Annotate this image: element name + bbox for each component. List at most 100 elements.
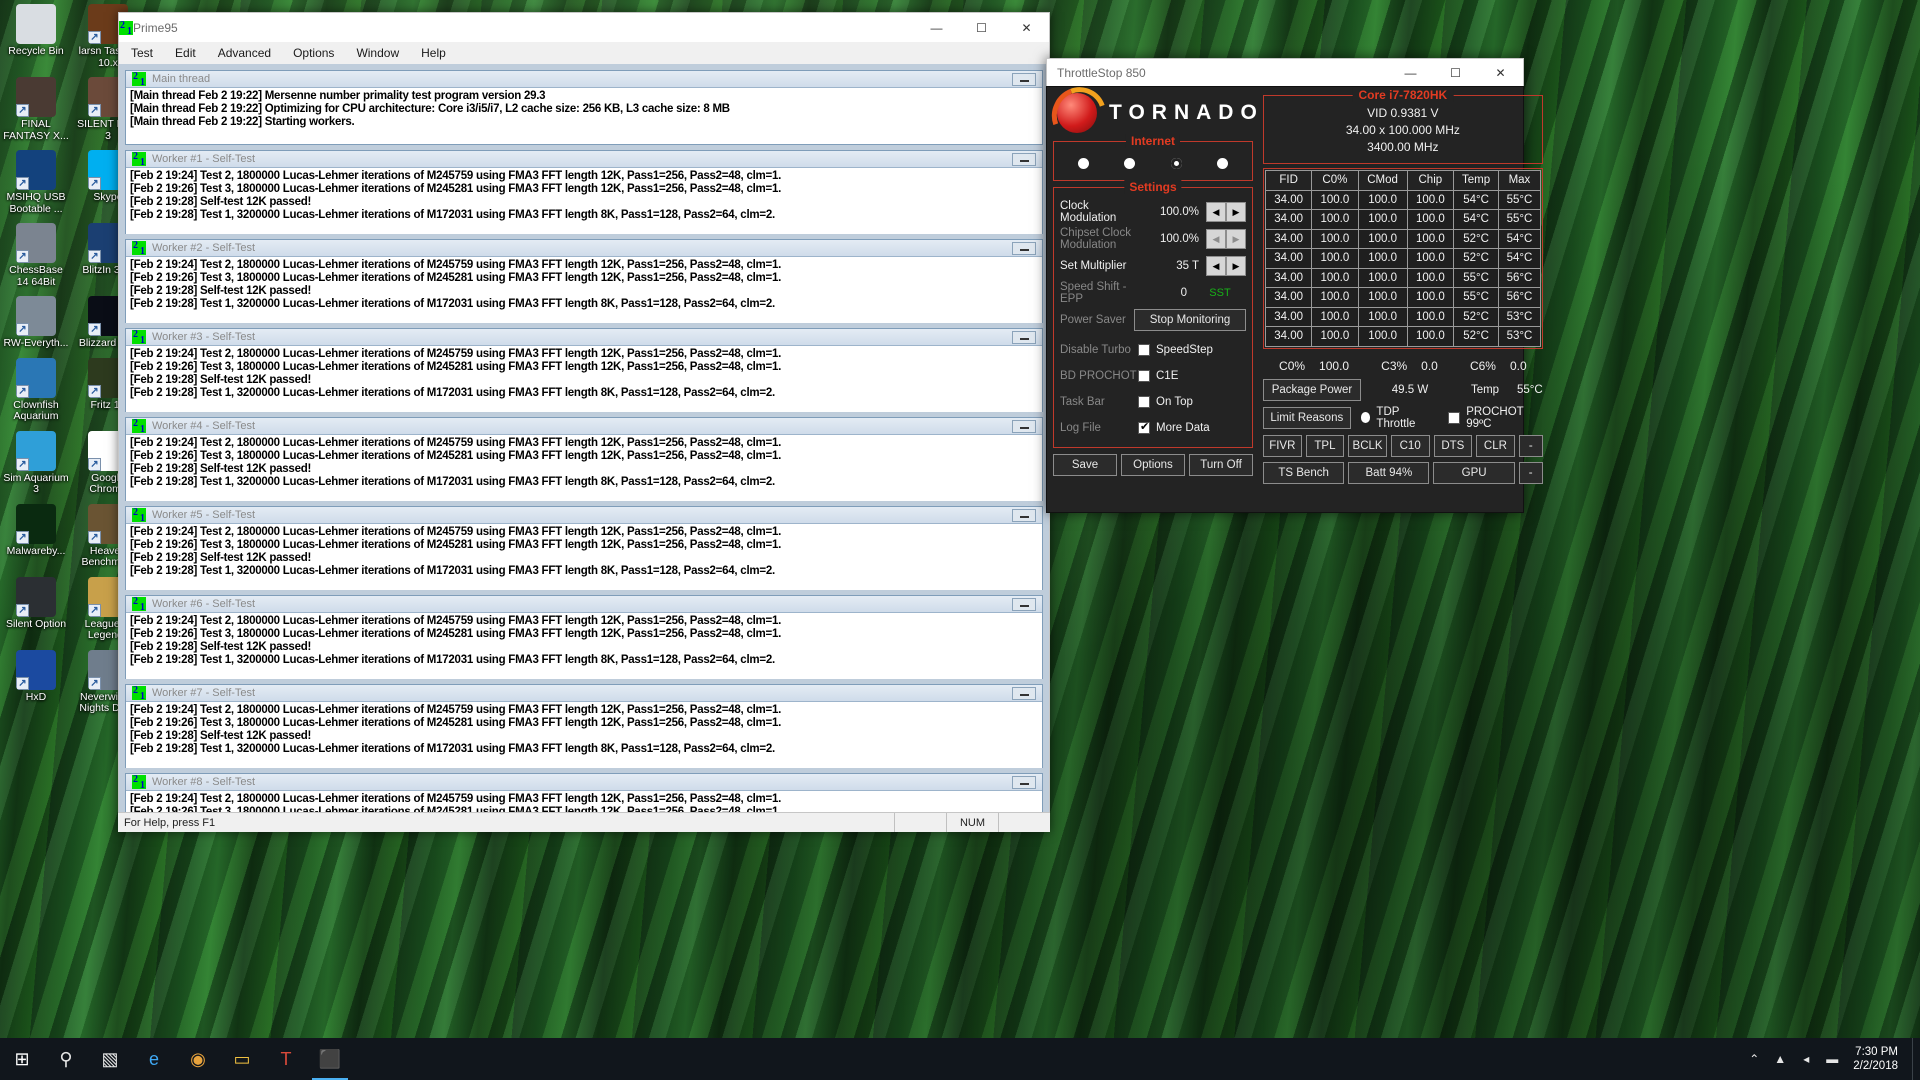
- desktop-icon-final-fantasy-benchmark[interactable]: ↗ FINAL FANTASY X...: [3, 77, 69, 142]
- profile-radio-1[interactable]: [1077, 157, 1089, 169]
- desktop-icon-rw-everything[interactable]: ↗ RW-Everyth...: [4, 296, 68, 350]
- worker-log[interactable]: [Feb 2 19:24] Test 2, 1800000 Lucas-Lehm…: [126, 346, 1042, 412]
- volume-icon[interactable]: ◂: [1793, 1052, 1819, 1066]
- worker-title-bar[interactable]: Worker #7 - Self-Test: [126, 685, 1042, 702]
- tool-button-fivr[interactable]: FIVR: [1263, 434, 1302, 457]
- tool-button-[interactable]: -: [1518, 434, 1543, 457]
- show-desktop-button[interactable]: [1912, 1038, 1920, 1080]
- setting-spinner[interactable]: ◀ ▶: [1206, 201, 1246, 222]
- taskbar-file-explorer-icon[interactable]: ▭: [220, 1038, 264, 1080]
- profile-radio-2[interactable]: [1124, 157, 1136, 169]
- prime95-window[interactable]: Prime95 — ☐ ✕ Test Edit Advanced Options Win…: [118, 12, 1050, 832]
- option-right[interactable]: C1E: [1138, 370, 1246, 382]
- throttlestop-window[interactable]: ThrottleStop 850 — ☐ ✕ TORNADO Internet …: [1046, 58, 1543, 513]
- spinner-left-icon[interactable]: ◀: [1206, 255, 1226, 276]
- main-thread-log[interactable]: [Main thread Feb 2 19:22] Mersenne numbe…: [126, 88, 1042, 144]
- prime95-title-bar[interactable]: Prime95 — ☐ ✕: [118, 12, 1050, 42]
- checkbox-more-data[interactable]: [1138, 420, 1150, 434]
- option-left-label[interactable]: Log File: [1060, 422, 1138, 434]
- option-right[interactable]: On Top: [1138, 396, 1246, 408]
- spinner-left-icon[interactable]: ◀: [1206, 228, 1226, 249]
- throttlestop-maximize-button[interactable]: ☐: [1433, 59, 1478, 86]
- option-right[interactable]: More Data: [1138, 420, 1246, 434]
- worker-title-bar[interactable]: Worker #1 - Self-Test: [126, 151, 1042, 168]
- menu-item-test[interactable]: Test: [127, 44, 157, 62]
- taskbar-start-button[interactable]: ⊞: [0, 1038, 44, 1080]
- profile-radio-3[interactable]: [1170, 157, 1182, 169]
- turn-off-button[interactable]: Turn Off: [1189, 454, 1253, 476]
- checkbox-speedstep[interactable]: [1138, 344, 1150, 356]
- setting-spinner[interactable]: ◀ ▶: [1206, 228, 1246, 249]
- worker-title-bar[interactable]: Worker #8 - Self-Test: [126, 774, 1042, 791]
- tool-button-dts[interactable]: DTS: [1433, 434, 1473, 457]
- desktop-icon-clownfish-aquarium[interactable]: ↗ Clownfish Aquarium: [5, 357, 67, 423]
- option-left-label[interactable]: Task Bar: [1060, 396, 1138, 408]
- prochot-checkbox[interactable]: [1448, 411, 1461, 424]
- desktop-icon-msi-flash-bios[interactable]: ↗ MSIHQ USB Bootable ...: [5, 150, 67, 215]
- worker-log[interactable]: [Feb 2 19:24] Test 2, 1800000 Lucas-Lehm…: [126, 435, 1042, 501]
- worker-log[interactable]: [Feb 2 19:24] Test 2, 1800000 Lucas-Lehm…: [126, 613, 1042, 679]
- worker-minimize-button[interactable]: [1012, 152, 1036, 166]
- spinner-right-icon[interactable]: ▶: [1226, 201, 1246, 222]
- prime95-menu-bar[interactable]: Test Edit Advanced Options Window Help: [118, 42, 1050, 64]
- tool-button-bclk[interactable]: BCLK: [1348, 434, 1387, 457]
- checkbox-c1e[interactable]: [1138, 370, 1150, 382]
- setting-spinner[interactable]: ◀ ▶: [1206, 255, 1246, 276]
- throttlestop-title-bar[interactable]: ThrottleStop 850 — ☐ ✕: [1046, 58, 1524, 86]
- network-icon[interactable]: ▲: [1767, 1052, 1793, 1066]
- tool-button-gpu[interactable]: GPU: [1433, 461, 1515, 484]
- worker-minimize-button[interactable]: [1012, 330, 1036, 344]
- main-thread-title-bar[interactable]: Main thread: [126, 71, 1042, 88]
- menu-item-advanced[interactable]: Advanced: [214, 44, 275, 62]
- tool-button-batt94[interactable]: Batt 94%: [1348, 461, 1430, 484]
- worker-minimize-button[interactable]: [1012, 597, 1036, 611]
- main-thread-minimize-button[interactable]: [1012, 72, 1036, 86]
- throttlestop-minimize-button[interactable]: —: [1388, 59, 1433, 86]
- worker-title-bar[interactable]: Worker #4 - Self-Test: [126, 418, 1042, 435]
- worker-minimize-button[interactable]: [1012, 775, 1036, 789]
- tool-button-clr[interactable]: CLR: [1476, 434, 1515, 457]
- options-button[interactable]: Options: [1121, 454, 1185, 476]
- worker-window-3[interactable]: Worker #3 - Self-Test [Feb 2 19:24] Test …: [125, 328, 1043, 412]
- taskbar-chrome-icon[interactable]: ◉: [176, 1038, 220, 1080]
- save-button[interactable]: Save: [1053, 454, 1117, 476]
- menu-item-options[interactable]: Options: [289, 44, 338, 62]
- spinner-right-icon[interactable]: ▶: [1226, 255, 1246, 276]
- throttlestop-close-button[interactable]: ✕: [1478, 59, 1523, 86]
- worker-window-2[interactable]: Worker #2 - Self-Test [Feb 2 19:24] Test …: [125, 239, 1043, 323]
- worker-log[interactable]: [Feb 2 19:24] Test 2, 1800000 Lucas-Lehm…: [126, 524, 1042, 590]
- worker-log[interactable]: [Feb 2 19:24] Test 2, 1800000 Lucas-Lehm…: [126, 257, 1042, 323]
- desktop-icon-recycle-bin[interactable]: Recycle Bin: [5, 4, 67, 69]
- worker-title-bar[interactable]: Worker #3 - Self-Test: [126, 329, 1042, 346]
- menu-item-window[interactable]: Window: [352, 44, 403, 62]
- profile-radio-row[interactable]: [1060, 152, 1246, 174]
- checkbox-on-top[interactable]: [1138, 396, 1150, 408]
- worker-minimize-button[interactable]: [1012, 508, 1036, 522]
- prime95-maximize-button[interactable]: ☐: [959, 13, 1004, 42]
- battery-icon[interactable]: ▬: [1819, 1052, 1845, 1066]
- taskbar-prime95-icon[interactable]: ⬛: [308, 1038, 352, 1080]
- desktop-icon-silent-option[interactable]: ↗ Silent Option: [5, 576, 67, 642]
- worker-minimize-button[interactable]: [1012, 686, 1036, 700]
- desktop-icon-malwarebytes[interactable]: ↗ Malwareby...: [5, 503, 67, 569]
- worker-minimize-button[interactable]: [1012, 419, 1036, 433]
- worker-log[interactable]: [Feb 2 19:24] Test 2, 1800000 Lucas-Lehm…: [126, 702, 1042, 768]
- worker-window-1[interactable]: Worker #1 - Self-Test [Feb 2 19:24] Test …: [125, 150, 1043, 234]
- option-right[interactable]: SpeedStep: [1138, 344, 1246, 356]
- stop-monitoring-button[interactable]: Stop Monitoring: [1134, 308, 1246, 331]
- taskbar-clock[interactable]: 7:30 PM 2/2/2018: [1845, 1045, 1912, 1073]
- windows-taskbar[interactable]: ⊞ ⚲ ▧ e ◉ ▭ T ⬛ ⌃ ▲ ◂ ▬ 7:30 PM 2/2/2018: [0, 1038, 1920, 1080]
- tool-button-tpl[interactable]: TPL: [1305, 434, 1345, 457]
- tool-button-tsbench[interactable]: TS Bench: [1263, 461, 1345, 484]
- desktop-icon-chessbase[interactable]: ↗ ChessBase 14 64Bit: [5, 223, 67, 288]
- desktop-icon-hxd[interactable]: ↗ HxD: [5, 649, 67, 715]
- desktop-icon-sim-aquarium[interactable]: ↗ Sim Aquarium 3: [3, 430, 69, 496]
- menu-item-edit[interactable]: Edit: [171, 44, 200, 62]
- worker-title-bar[interactable]: Worker #2 - Self-Test: [126, 240, 1042, 257]
- worker-window-4[interactable]: Worker #4 - Self-Test [Feb 2 19:24] Test …: [125, 417, 1043, 501]
- option-left-label[interactable]: BD PROCHOT: [1060, 370, 1138, 382]
- package-power-button[interactable]: Package Power: [1263, 378, 1361, 401]
- prime95-minimize-button[interactable]: —: [914, 13, 959, 42]
- tool-button-[interactable]: -: [1518, 461, 1543, 484]
- worker-log[interactable]: [Feb 2 19:24] Test 2, 1800000 Lucas-Lehm…: [126, 168, 1042, 234]
